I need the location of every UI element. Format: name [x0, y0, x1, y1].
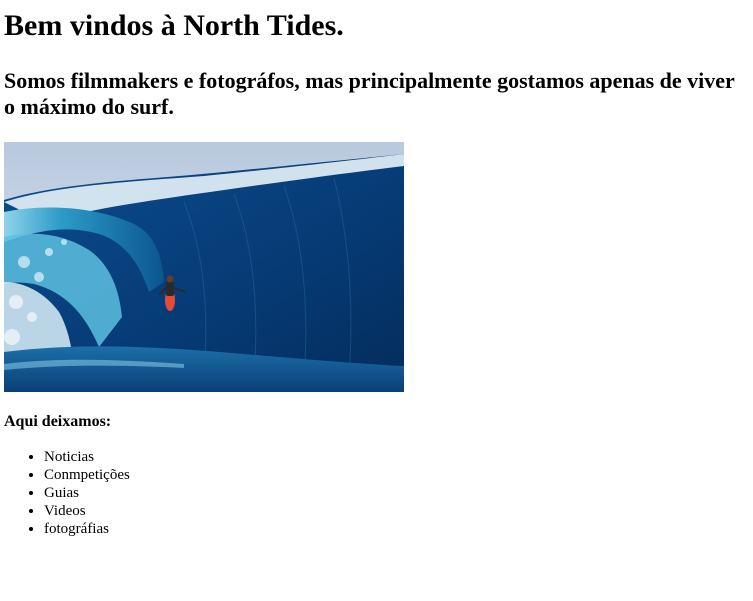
list-item-noticias: Noticias [44, 448, 749, 466]
content-list: Noticias Conmpetições Guias Videos fotog… [4, 448, 749, 538]
list-item-fotografias: fotográfias [44, 520, 749, 538]
page-title: Bem vindos à North Tides. [4, 9, 344, 42]
page-subtitle: Somos filmmakers e fotográfos, mas princ… [4, 68, 735, 119]
list-item-competicoes: Conmpetições [44, 466, 749, 484]
section-heading: Aqui deixamos: [4, 413, 112, 430]
list-item-guias: Guias [44, 484, 749, 502]
list-item-videos: Videos [44, 502, 749, 520]
surf-photo [4, 142, 404, 392]
page: Bem vindos à North Tides. Somos filmmake… [0, 0, 753, 538]
